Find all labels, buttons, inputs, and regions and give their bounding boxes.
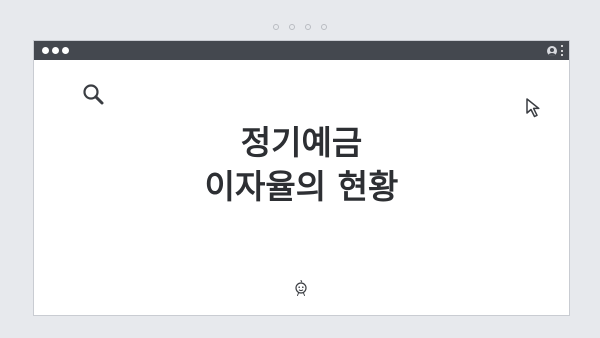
- carousel-dot[interactable]: [273, 24, 279, 30]
- window-close-button[interactable]: [42, 47, 49, 54]
- page-title-line-2: 이자율의 현황: [204, 167, 399, 206]
- kebab-menu-icon[interactable]: [560, 45, 563, 56]
- carousel-dot[interactable]: [321, 24, 327, 30]
- window-minimize-button[interactable]: [52, 47, 59, 54]
- profile-icon[interactable]: [547, 45, 557, 56]
- page-title-line-1: 정기예금: [240, 123, 363, 162]
- cursor-arrow-icon: [526, 98, 540, 118]
- page-title: 정기예금 이자율의 현황: [34, 121, 569, 209]
- window-maximize-button[interactable]: [62, 47, 69, 54]
- carousel-dot[interactable]: [305, 24, 311, 30]
- titlebar-controls: [547, 44, 563, 57]
- browser-window: 정기예금 이자율의 현황: [33, 40, 570, 316]
- carousel-dots: [0, 24, 600, 30]
- smiley-face-icon: [295, 279, 307, 296]
- window-titlebar: [34, 41, 569, 60]
- desktop-background: 정기예금 이자율의 현황: [0, 0, 600, 338]
- search-icon[interactable]: [81, 82, 107, 108]
- carousel-dot[interactable]: [289, 24, 295, 30]
